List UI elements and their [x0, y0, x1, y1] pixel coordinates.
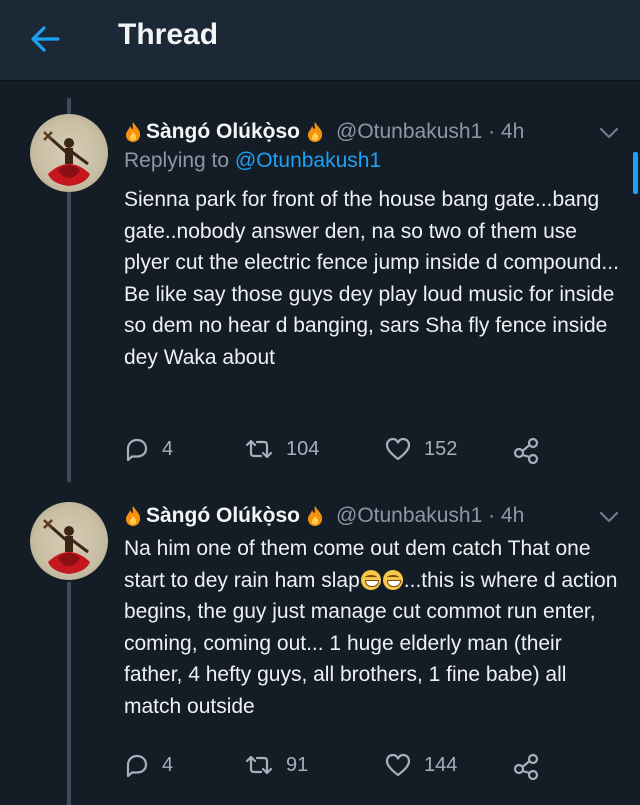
share-icon	[513, 753, 539, 780]
reply-count: 4	[162, 437, 174, 460]
tweet-header: Sàngó Olúkọ̀so @Otunbakush1 · 4h	[124, 501, 524, 531]
handle-and-time[interactable]: @Otunbakush1 · 4h	[336, 120, 524, 144]
fire-emoji-icon	[308, 506, 323, 526]
share-button[interactable]	[512, 436, 552, 464]
scrollbar-thumb[interactable]	[633, 152, 638, 194]
reply-count: 4	[162, 753, 174, 776]
like-button[interactable]: 152	[384, 436, 457, 462]
tweet-text: Na him one of them come out dem catch Th…	[124, 533, 624, 722]
top-bar: Thread	[0, 0, 640, 81]
thread-line	[67, 582, 71, 805]
heart-icon	[385, 753, 411, 777]
thread-line	[67, 98, 71, 114]
share-icon	[513, 437, 539, 464]
retweet-count: 91	[286, 753, 309, 776]
like-button[interactable]: 144	[384, 752, 457, 778]
share-button[interactable]	[512, 752, 552, 780]
avatar[interactable]	[30, 114, 108, 192]
reply-icon	[126, 438, 148, 462]
replying-label: Replying to	[124, 149, 230, 172]
retweet-button[interactable]: 104	[244, 436, 319, 462]
retweet-icon	[245, 755, 273, 775]
avatar-figure-icon	[43, 131, 90, 186]
like-count: 144	[424, 753, 458, 776]
chevron-down-icon[interactable]	[598, 510, 620, 524]
fire-emoji-icon	[308, 122, 323, 142]
chevron-down-icon[interactable]	[598, 126, 620, 140]
thread-line	[67, 192, 71, 482]
page-title: Thread	[118, 18, 219, 51]
fire-emoji-icon	[126, 506, 141, 526]
reply-button[interactable]: 4	[124, 752, 173, 778]
reply-icon	[126, 754, 148, 778]
tweet-actions: 4 104 152	[124, 436, 624, 466]
back-arrow-icon[interactable]	[28, 22, 62, 56]
heart-icon	[385, 437, 411, 461]
grinning-squinting-face-emoji-icon	[382, 569, 403, 590]
tweet-header: Sàngó Olúkọ̀so @Otunbakush1 · 4h	[124, 117, 524, 147]
retweet-button[interactable]: 91	[244, 752, 308, 778]
handle-and-time[interactable]: @Otunbakush1 · 4h	[336, 504, 524, 528]
display-name[interactable]: Sàngó Olúkọ̀so	[146, 504, 300, 528]
tweet-text: Sienna park for front of the house bang …	[124, 188, 619, 369]
display-name[interactable]: Sàngó Olúkọ̀so	[146, 120, 300, 144]
replying-handle-link[interactable]: @Otunbakush1	[235, 149, 381, 172]
tweet-actions: 4 91 144	[124, 752, 624, 782]
avatar[interactable]	[30, 502, 108, 580]
avatar-figure-icon	[43, 519, 90, 574]
fire-emoji-icon	[126, 122, 141, 142]
replying-to: Replying to @Otunbakush1	[124, 149, 381, 173]
grinning-squinting-face-emoji-icon	[360, 569, 381, 590]
reply-button[interactable]: 4	[124, 436, 173, 462]
retweet-icon	[245, 439, 273, 459]
like-count: 152	[424, 437, 458, 460]
retweet-count: 104	[286, 437, 320, 460]
